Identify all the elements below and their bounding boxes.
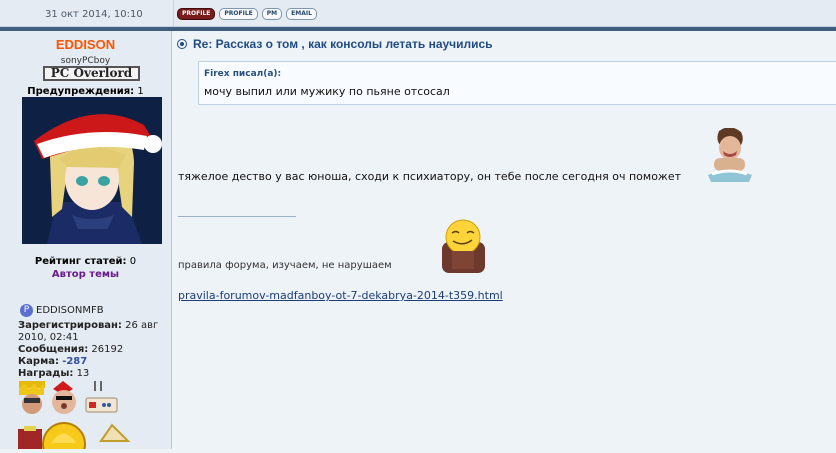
user-stats: Зарегистрирован: 26 авг 2010, 02:41 Сооб… — [18, 320, 168, 380]
post-action-buttons: PROFILE PROFILE PM EMAIL — [177, 8, 317, 20]
post-bullet-icon — [177, 39, 187, 49]
pm-button[interactable]: PM — [261, 8, 283, 20]
header-divider — [173, 0, 174, 26]
warnings: Предупреждения: 1 — [27, 86, 144, 97]
profile-button-dark[interactable]: PROFILE — [177, 8, 216, 20]
awards-icons — [16, 381, 166, 453]
post-message: тяжелое дество у вас юноша, сходи к псих… — [178, 170, 682, 183]
messages-row: Сообщения: 26192 — [18, 344, 124, 355]
award-face-icon — [52, 381, 76, 414]
registered-row: Зарегистрирован: 26 авг 2010, 02:41 — [18, 320, 159, 343]
psn-icon: P — [20, 304, 33, 317]
signature-text: правила форума, изучаем, не нарушаем — [178, 260, 392, 271]
karma-row: Карма: -287 — [18, 356, 88, 367]
laughing-man-icon — [706, 127, 754, 183]
award-gamepad-icon — [85, 381, 118, 413]
psn-name: EDDISONMFB — [36, 305, 104, 316]
award-crown-icon — [19, 381, 45, 414]
topic-author-label: Автор темы — [51, 269, 120, 280]
username[interactable]: EDDISON — [0, 37, 171, 52]
award-medal-icon — [18, 426, 42, 449]
awards-row: Награды: 13 — [18, 368, 90, 379]
user-subtitle: sonyPCboy — [60, 56, 111, 66]
rank-badge: PC Overlord — [43, 66, 140, 81]
award-star-icon — [99, 423, 131, 442]
article-rating: Рейтинг статей: 0 — [34, 256, 137, 267]
email-button[interactable]: EMAIL — [286, 8, 317, 20]
quote-text: мочу выпил или мужику по пьяне отсосал — [204, 85, 450, 98]
quote-author: Firex писал(а): — [204, 69, 282, 79]
quote-block: Firex писал(а): мочу выпил или мужику по… — [198, 61, 836, 105]
post-header-bar: 31 окт 2014, 10:10 PROFILE PROFILE PM EM… — [0, 0, 836, 27]
profile-button[interactable]: PROFILE — [219, 8, 258, 20]
user-sidebar: EDDISON sonyPCboy PC Overlord Предупрежд… — [0, 31, 172, 453]
post-title[interactable]: Re: Рассказ о том , как консолы летать н… — [177, 37, 493, 51]
smug-face-icon — [435, 219, 489, 273]
post-date: 31 окт 2014, 10:10 — [45, 9, 143, 20]
rules-link[interactable]: pravila-forumov-madfanboy-ot-7-dekabrya-… — [178, 289, 503, 302]
award-duck-icon — [42, 422, 86, 453]
signature-divider — [178, 216, 296, 217]
avatar — [22, 97, 162, 244]
post-title-text: Re: Рассказ о том , как консолы летать н… — [193, 37, 493, 51]
psn-id[interactable]: P EDDISONMFB — [20, 304, 104, 317]
post-content: Re: Рассказ о том , как консолы летать н… — [173, 31, 836, 449]
